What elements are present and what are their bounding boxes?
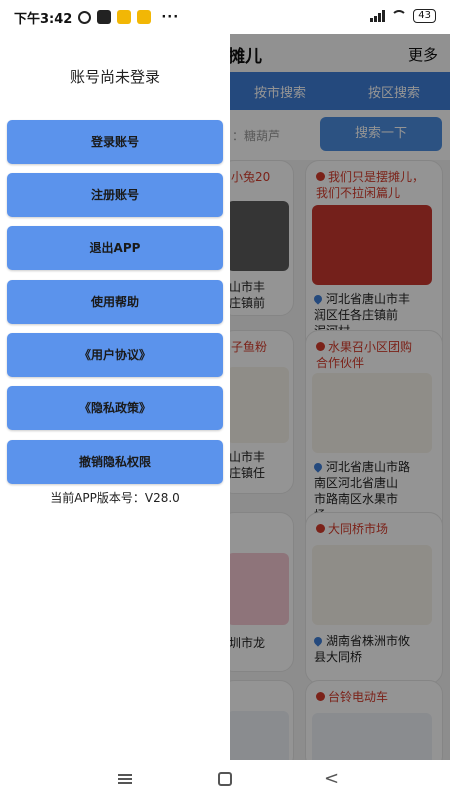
system-nav-bar: < [0,760,450,800]
exit-app-button[interactable]: 退出APP [7,226,223,270]
register-button[interactable]: 注册账号 [7,173,223,217]
app-notification-icon [97,10,112,24]
privacy-policy-button[interactable]: 《隐私政策》 [7,386,223,430]
alarm-icon [78,10,92,24]
wifi-icon [391,10,408,22]
battery-icon: 43 [413,9,436,23]
drawer-login-status: 账号尚未登录 [69,68,160,86]
status-bar: 下午3:42 ··· 43 [0,0,450,34]
app-version: 当前APP版本号：V28.0 [50,491,180,505]
more-notifications-icon: ··· [161,9,180,25]
mail-notification-icon [117,10,132,24]
recent-apps-icon[interactable] [118,774,132,784]
login-button[interactable]: 登录账号 [7,120,223,164]
cellular-signal-icon [370,10,386,22]
navigation-drawer: 账号尚未登录 登录账号 注册账号 退出APP 使用帮助 《用户协议》 《隐私政策… [0,34,230,760]
user-agreement-button[interactable]: 《用户协议》 [7,333,223,377]
back-icon[interactable]: < [324,768,339,789]
status-time: 下午3:42 [14,11,73,27]
home-icon[interactable] [218,772,232,786]
message-notification-icon [137,10,152,24]
revoke-privacy-button[interactable]: 撤销隐私权限 [7,440,223,484]
help-button[interactable]: 使用帮助 [7,280,223,324]
